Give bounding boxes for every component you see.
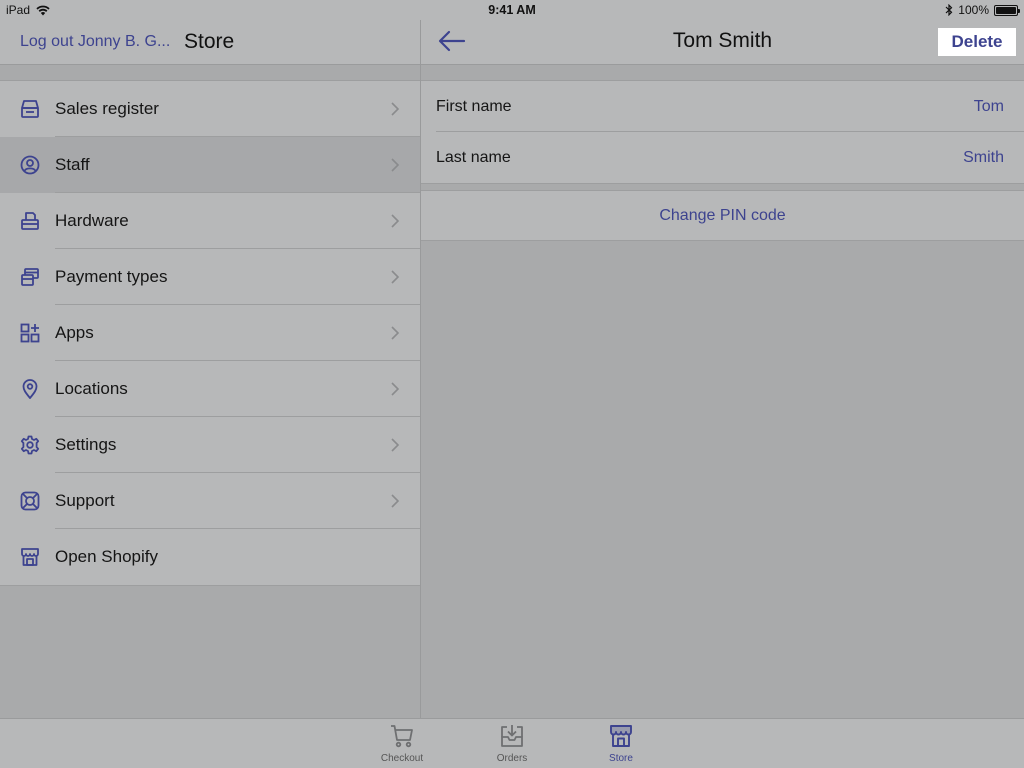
register-icon	[21, 100, 39, 118]
menu-item-settings[interactable]: Settings	[0, 417, 420, 473]
inbox-download-icon	[501, 725, 523, 747]
menu-item-apps[interactable]: Apps	[0, 305, 420, 361]
menu-item-label: Settings	[55, 435, 117, 454]
menu-item-sales-register[interactable]: Sales register	[0, 81, 420, 137]
menu-item-staff[interactable]: Staff	[0, 137, 420, 193]
chevron-right-icon	[391, 382, 400, 396]
tab-checkout[interactable]: Checkout	[367, 723, 437, 764]
cart-icon	[391, 725, 413, 748]
menu-item-payment-types[interactable]: Payment types	[0, 249, 420, 305]
user-circle-icon	[20, 155, 40, 175]
lifebuoy-icon	[20, 491, 40, 511]
menu-item-locations[interactable]: Locations	[0, 361, 420, 417]
tab-label: Store	[609, 753, 633, 764]
change-pin-button[interactable]: Change PIN code	[421, 190, 1024, 241]
staff-name-form: First name Tom Last name Smith	[421, 80, 1024, 184]
battery-percent: 100%	[958, 3, 989, 17]
menu-item-label: Hardware	[55, 211, 129, 230]
chevron-right-icon	[391, 326, 400, 340]
store-icon	[610, 725, 632, 747]
master-title: Store	[184, 30, 235, 53]
detail-nav-bar: Tom Smith Delete	[421, 20, 1024, 65]
tab-store[interactable]: Store	[586, 723, 656, 764]
master-nav-bar: Log out Jonny B. G... Store	[0, 20, 420, 65]
change-pin-label: Change PIN code	[659, 206, 786, 224]
last-name-value[interactable]: Smith	[963, 149, 1004, 167]
cards-icon	[21, 268, 39, 286]
first-name-value[interactable]: Tom	[974, 98, 1004, 116]
first-name-row[interactable]: First name Tom	[421, 81, 1024, 132]
status-time: 9:41 AM	[488, 3, 536, 17]
chevron-right-icon	[391, 102, 400, 116]
menu-item-label: Open Shopify	[55, 547, 159, 566]
chevron-right-icon	[391, 270, 400, 284]
tab-bar: Checkout Orders Store	[0, 718, 1024, 768]
storefront-icon	[21, 548, 39, 566]
menu-item-label: Locations	[55, 379, 128, 398]
menu-item-label: Staff	[55, 155, 90, 174]
bluetooth-icon	[945, 4, 953, 16]
tab-label: Orders	[496, 753, 528, 764]
chevron-right-icon	[391, 214, 400, 228]
delete-button[interactable]: Delete	[938, 28, 1016, 56]
detail-pane: Tom Smith Delete First name Tom Last nam…	[421, 20, 1024, 718]
menu-item-label: Payment types	[55, 267, 168, 286]
menu-item-open-shopify[interactable]: Open Shopify	[0, 529, 420, 585]
gear-icon	[20, 435, 40, 455]
menu-item-support[interactable]: Support	[0, 473, 420, 529]
last-name-row[interactable]: Last name Smith	[421, 132, 1024, 183]
tab-label: Checkout	[380, 753, 424, 764]
status-bar: iPad 9:41 AM 100%	[0, 0, 1024, 20]
tab-orders[interactable]: Orders	[477, 723, 547, 764]
master-pane: Log out Jonny B. G... Store Sales regist…	[0, 20, 420, 718]
page-title: Tom Smith	[672, 29, 773, 52]
menu-item-hardware[interactable]: Hardware	[0, 193, 420, 249]
printer-icon	[21, 212, 39, 230]
battery-icon	[994, 4, 1020, 16]
chevron-right-icon	[391, 158, 400, 172]
store-menu: Sales register Staff Hardware Payment ty…	[0, 80, 420, 586]
menu-item-label: Sales register	[55, 99, 159, 118]
menu-item-label: Apps	[55, 323, 94, 342]
last-name-label: Last name	[436, 148, 511, 166]
menu-item-label: Support	[55, 491, 115, 510]
chevron-right-icon	[391, 494, 400, 508]
logout-link[interactable]: Log out Jonny B. G...	[20, 33, 180, 51]
first-name-label: First name	[436, 97, 512, 115]
chevron-right-icon	[391, 438, 400, 452]
location-pin-icon	[22, 379, 38, 399]
status-right: 100%	[945, 3, 1020, 17]
apps-grid-icon	[20, 323, 40, 343]
